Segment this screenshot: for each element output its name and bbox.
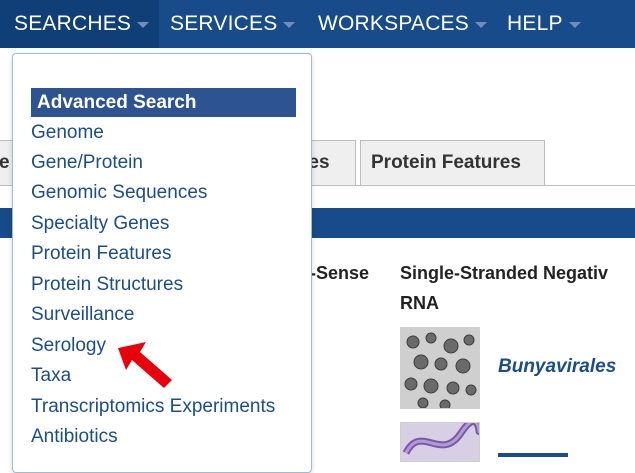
column-header-ss-negative: Single-Stranded Negativ: [400, 263, 609, 283]
caret-down-icon: [137, 22, 150, 28]
nav-services-label: SERVICES: [170, 12, 278, 35]
menu-item-antibiotics[interactable]: Antibiotics: [31, 425, 118, 449]
next-virus-link-partial[interactable]: [498, 448, 578, 458]
nav-searches-label: SEARCHES: [14, 12, 132, 35]
red-arrow-icon: [118, 342, 172, 388]
tab-partial-left-label: e: [0, 152, 10, 173]
menu-item-genome[interactable]: Genome: [31, 121, 104, 145]
menu-item-transcriptomics-experiments[interactable]: Transcriptomics Experiments: [31, 395, 275, 419]
caret-down-icon: [568, 22, 581, 28]
nav-services[interactable]: SERVICES: [170, 0, 296, 48]
menu-item-serology[interactable]: Serology: [31, 334, 106, 358]
nav-help-label: HELP: [507, 12, 563, 35]
caret-down-icon: [474, 22, 487, 28]
bunyavirales-link[interactable]: Bunyavirales: [498, 356, 616, 378]
caret-down-icon: [283, 22, 296, 28]
column-header-ss-negative-line2: RNA: [400, 293, 439, 313]
nav-help[interactable]: HELP: [507, 0, 581, 48]
top-navigation-bar: SEARCHES SERVICES WORKSPACES HELP: [0, 0, 635, 48]
nav-workspaces-label: WORKSPACES: [318, 12, 469, 35]
tab-protein-features[interactable]: Protein Features: [360, 140, 545, 185]
menu-item-protein-features[interactable]: Protein Features: [31, 242, 171, 266]
virus-micrograph-image: [401, 328, 479, 408]
virus-micrograph-image-2: [401, 423, 479, 461]
nav-searches[interactable]: SEARCHES: [0, 0, 160, 48]
menu-item-surveillance[interactable]: Surveillance: [31, 303, 135, 327]
menu-item-gene-protein[interactable]: Gene/Protein: [31, 151, 143, 175]
tab-protein-features-label: Protein Features: [371, 152, 521, 173]
column-header-partial: -Sense: [310, 263, 370, 283]
nav-workspaces[interactable]: WORKSPACES: [318, 0, 487, 48]
next-virus-thumbnail[interactable]: [400, 422, 480, 462]
menu-item-taxa[interactable]: Taxa: [31, 364, 71, 388]
menu-item-specialty-genes[interactable]: Specialty Genes: [31, 212, 169, 236]
menu-header-advanced-search[interactable]: Advanced Search: [31, 88, 296, 117]
menu-item-protein-structures[interactable]: Protein Structures: [31, 273, 183, 297]
searches-dropdown-menu: Advanced Search Genome Gene/Protein Geno…: [12, 53, 312, 473]
menu-item-genomic-sequences[interactable]: Genomic Sequences: [31, 181, 207, 205]
bunyavirales-thumbnail[interactable]: [400, 327, 480, 409]
